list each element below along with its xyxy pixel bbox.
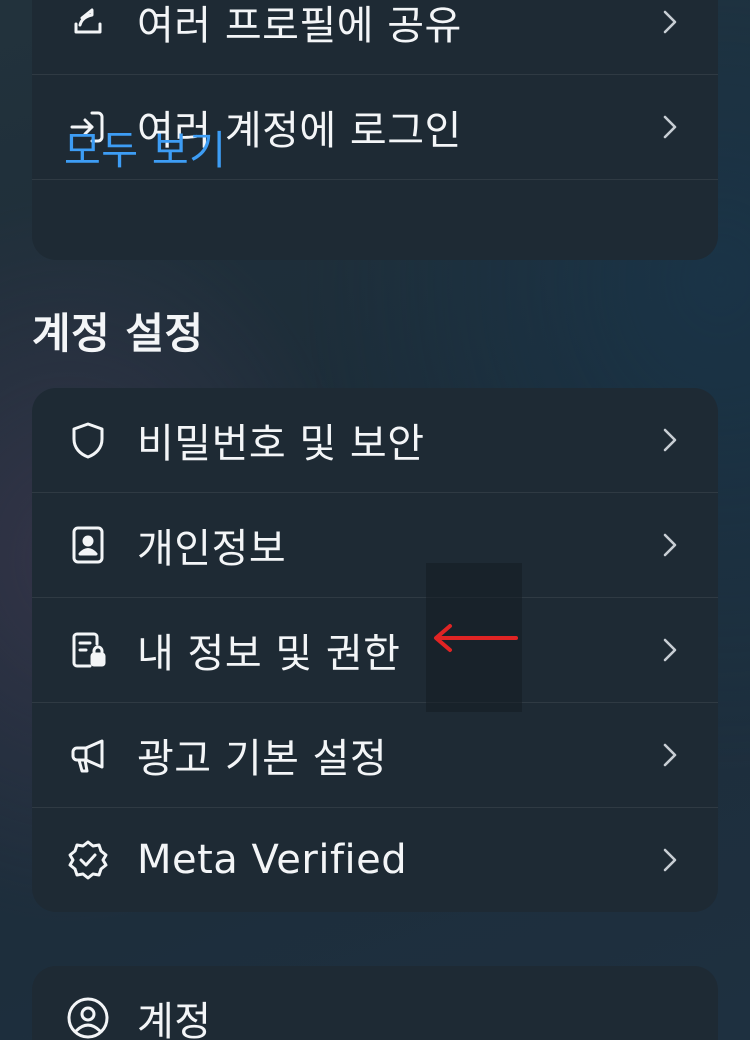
chevron-right-icon <box>660 7 680 37</box>
share-arrow-icon <box>66 0 110 44</box>
account-card: 계정 <box>32 966 718 1040</box>
share-profiles-label: 여러 프로필에 공유 <box>137 3 462 49</box>
your-info-permissions-label: 내 정보 및 권한 <box>137 631 401 677</box>
personal-info-row[interactable]: 개인정보 <box>32 493 718 598</box>
password-security-label: 비밀번호 및 보안 <box>137 421 425 467</box>
account-settings-card: 비밀번호 및 보안 개인정보 내 정보 및 권한 광고 기본 설정 Meta V… <box>32 388 718 912</box>
chevron-right-icon <box>660 845 680 875</box>
your-info-permissions-row[interactable]: 내 정보 및 권한 <box>32 598 718 703</box>
document-lock-icon <box>66 628 110 672</box>
annotation-arrow-icon <box>434 624 518 652</box>
shield-icon <box>66 418 110 462</box>
ad-preferences-label: 광고 기본 설정 <box>137 736 388 782</box>
see-all-link[interactable]: 모두 보기 <box>64 118 226 176</box>
chevron-right-icon <box>660 635 680 665</box>
verified-badge-icon <box>66 838 110 882</box>
meta-verified-row[interactable]: Meta Verified <box>32 808 718 912</box>
account-row[interactable]: 계정 <box>32 966 718 1040</box>
share-profiles-row[interactable]: 여러 프로필에 공유 <box>32 0 718 75</box>
megaphone-icon <box>66 733 110 777</box>
account-settings-heading: 계정 설정 <box>32 309 204 358</box>
user-circle-icon <box>66 996 110 1040</box>
accounts-center-card: 여러 프로필에 공유 여러 계정에 로그인 모두 보기 <box>32 0 718 260</box>
account-label: 계정 <box>137 999 212 1040</box>
id-card-icon <box>66 523 110 567</box>
chevron-right-icon <box>660 530 680 560</box>
chevron-right-icon <box>660 112 680 142</box>
personal-info-label: 개인정보 <box>137 526 287 572</box>
meta-verified-label: Meta Verified <box>137 837 408 883</box>
ad-preferences-row[interactable]: 광고 기본 설정 <box>32 703 718 808</box>
password-security-row[interactable]: 비밀번호 및 보안 <box>32 388 718 493</box>
chevron-right-icon <box>660 740 680 770</box>
chevron-right-icon <box>660 425 680 455</box>
